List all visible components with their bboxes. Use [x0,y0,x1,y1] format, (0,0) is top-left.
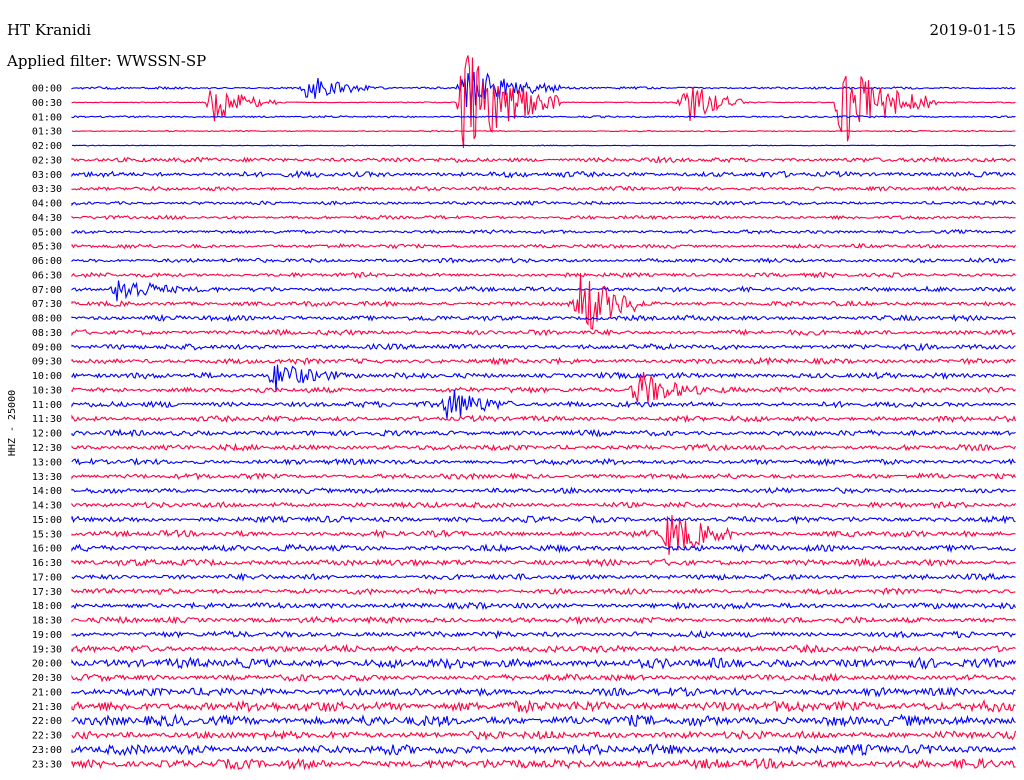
tick-label: 20:30 [32,673,62,684]
trace-row [71,55,1016,149]
tick-label: 00:00 [32,84,62,95]
tick-label: 06:30 [32,270,62,281]
trace-row [71,242,1016,250]
trace-row [71,572,1016,582]
tick-label: 11:00 [32,400,62,411]
trace-row [71,169,1016,179]
trace-row [71,155,1016,164]
tick-label: 18:30 [32,616,62,627]
tick-label: 16:30 [32,558,62,569]
trace-row [71,414,1017,424]
tick-label: 08:00 [32,314,62,325]
trace-row [71,280,1016,302]
tick-label: 13:30 [32,472,62,483]
tick-label: 10:00 [32,371,62,382]
trace-row [71,356,1016,366]
tick-label: 14:30 [32,501,62,512]
trace-row [71,257,1016,264]
trace-row [71,601,1016,611]
filter-label: Applied filter: WWSSN-SP [6,52,206,70]
trace-row [71,486,1016,495]
trace-row [71,501,1016,510]
tick-label: 17:00 [32,572,62,583]
tick-label: 10:30 [32,385,62,396]
trace-row [71,328,1016,337]
trace-row [71,272,1016,330]
tick-label: 17:30 [32,587,62,598]
trace-row [71,757,1016,771]
tick-label: 03:30 [32,184,62,195]
tick-label: 19:30 [32,644,62,655]
tick-label: 21:00 [32,687,62,698]
tick-label: 07:30 [32,299,62,310]
date-label: 2019-01-15 [930,21,1016,39]
trace-row [71,672,1016,683]
tick-label: 05:00 [32,227,62,238]
helicorder-chart: HT Kranidi 2019-01-15 Applied filter: WW… [6,21,1017,771]
trace-row [71,342,1016,352]
trace-row [71,313,1016,323]
trace-row [71,199,1016,207]
trace-row [71,629,1016,640]
tick-label: 07:00 [32,285,62,296]
tick-label: 09:00 [32,342,62,353]
tick-label: 04:30 [32,213,62,224]
trace-row [71,557,1016,568]
trace-row [71,214,1016,221]
tick-label: 14:00 [32,486,62,497]
tick-label: 22:00 [32,716,62,727]
trace-row [71,615,1016,626]
tick-label: 22:30 [32,731,62,742]
tick-label: 03:00 [32,170,62,181]
trace-row [71,713,1016,728]
tick-label: 23:00 [32,745,62,756]
trace-row [71,185,1016,192]
trace-row [71,229,1016,235]
tick-label: 23:30 [32,759,62,770]
tick-label: 01:30 [32,127,62,138]
trace-row [71,729,1017,741]
tick-label: 00:30 [32,98,62,109]
tick-label: 02:00 [32,141,62,152]
tick-label: 11:30 [32,414,62,425]
tick-label: 15:00 [32,515,62,526]
trace-row [71,457,1016,467]
tick-label: 01:00 [32,112,62,123]
trace-row [71,686,1016,698]
tick-label: 02:30 [32,155,62,166]
trace-row [71,129,1016,133]
tick-label: 16:00 [32,544,62,555]
tick-label: 13:00 [32,457,62,468]
tick-label: 04:00 [32,199,62,210]
trace-row [71,389,1016,419]
trace-row [71,587,1016,596]
channel-axis-label: HHZ - 25000 [7,390,18,456]
seismogram-traces [71,55,1017,771]
trace-row [71,643,1016,654]
tick-label: 09:30 [32,357,62,368]
tick-label: 05:30 [32,242,62,253]
tick-label: 06:00 [32,256,62,267]
station-title: HT Kranidi [7,21,91,39]
tick-label: 12:30 [32,443,62,454]
tick-label: 20:00 [32,659,62,670]
trace-row [71,442,1016,452]
trace-row [71,144,1016,147]
tick-label: 12:00 [32,429,62,440]
trace-row [71,698,1016,714]
trace-row [71,472,1016,481]
time-tick-labels: 00:00 00:30 01:00 01:30 02:00 02:30 03:00 03:30… [32,84,62,771]
trace-row [71,364,1016,392]
tick-label: 08:30 [32,328,62,339]
tick-label: 18:00 [32,601,62,612]
trace-row [71,543,1016,554]
trace-row [71,514,1016,525]
trace-row [71,743,1016,757]
trace-row [71,656,1016,671]
tick-label: 19:00 [32,630,62,641]
tick-label: 15:30 [32,529,62,540]
trace-row [71,271,1016,279]
tick-label: 21:30 [32,702,62,713]
trace-row [71,428,1016,438]
